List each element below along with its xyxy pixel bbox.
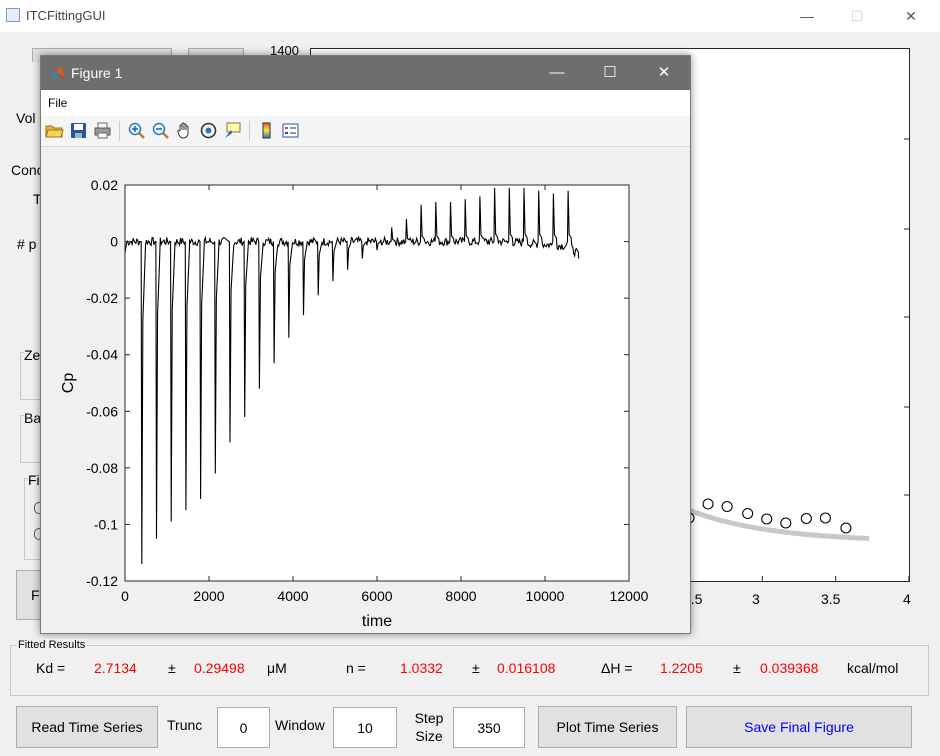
y-tick-label: 0.02 xyxy=(91,177,118,193)
zoom-in-icon[interactable] xyxy=(127,121,146,140)
open-icon[interactable] xyxy=(45,121,64,140)
bg-x-tick-4: 4 xyxy=(903,591,911,607)
zoom-out-icon[interactable] xyxy=(151,121,170,140)
y-tick-label: -0.06 xyxy=(86,403,118,419)
x-axis-label: time xyxy=(362,613,392,630)
x-tick-label: 6000 xyxy=(361,588,392,604)
kd-plus-minus: ± xyxy=(168,660,176,676)
trunc-label: Trunc xyxy=(167,717,203,733)
window-label: Window xyxy=(275,717,325,733)
figure-menubar: File xyxy=(41,90,690,116)
figure-window: Figure 1 — ☐ ✕ File 0 2000 4000 6000 8000 100… xyxy=(40,55,691,634)
zero-group-label-partial: Ze xyxy=(24,347,41,363)
fit-button-label: F xyxy=(31,587,40,603)
toolbar-separator xyxy=(249,121,250,141)
time-series-plot: 0 2000 4000 6000 8000 10000 12000 0.02 0 -0.02 -0.… xyxy=(60,177,649,630)
step-size-input[interactable]: 350 xyxy=(453,707,525,748)
bg-data-point xyxy=(780,517,792,529)
x-tick-label: 12000 xyxy=(610,588,649,604)
dh-label: ΔH = xyxy=(601,660,633,676)
legend-icon[interactable] xyxy=(281,121,300,140)
bg-x-tick-3: 3 xyxy=(752,591,760,607)
bg-data-point xyxy=(742,507,754,520)
dh-error: 0.039368 xyxy=(760,660,819,676)
y-tick-label: -0.04 xyxy=(86,347,118,363)
window-input[interactable]: 10 xyxy=(333,707,397,748)
bg-data-point xyxy=(800,512,812,525)
figure-titlebar: Figure 1 — ☐ ✕ xyxy=(41,56,690,90)
figure-maximize-button[interactable]: ☐ xyxy=(598,63,622,83)
y-tick-label: -0.02 xyxy=(86,290,118,306)
kd-unit: μM xyxy=(267,660,287,676)
bg-data-point xyxy=(840,522,852,534)
bg-data-point xyxy=(721,500,733,513)
bg-data-point xyxy=(761,513,773,525)
kd-label: Kd = xyxy=(36,660,66,676)
fit-button-partial[interactable]: F xyxy=(16,570,42,620)
rotate-icon[interactable] xyxy=(199,121,218,140)
bg-fit-curve xyxy=(680,504,870,541)
step-size-label-line1: Step xyxy=(414,710,444,726)
n-label: n = xyxy=(346,660,366,676)
pan-icon[interactable] xyxy=(175,121,194,140)
main-close-button[interactable]: ✕ xyxy=(900,6,922,26)
main-window-title: ITCFittingGUI xyxy=(26,8,106,23)
n-error: 0.016108 xyxy=(497,660,556,676)
n-value: 1.0332 xyxy=(400,660,443,676)
dh-unit: kcal/mol xyxy=(847,660,899,676)
colorbar-icon[interactable] xyxy=(257,121,276,140)
fitted-results-title: Fitted Results xyxy=(16,639,88,651)
bg-x-tick-3-5: 3.5 xyxy=(821,591,841,607)
figure-title: Figure 1 xyxy=(71,65,123,81)
x-tick-label: 4000 xyxy=(277,588,308,604)
x-tick-label: 8000 xyxy=(445,588,476,604)
dh-plus-minus: ± xyxy=(733,660,741,676)
concentration-label-partial: Conc xyxy=(11,162,44,178)
n-plus-minus: ± xyxy=(472,660,480,676)
fit-group-label-partial: Fi xyxy=(28,472,40,488)
step-size-label-line2: Size xyxy=(415,728,443,744)
data-cursor-icon[interactable] xyxy=(223,121,242,140)
kd-value: 2.7134 xyxy=(94,660,137,676)
y-tick-label: -0.12 xyxy=(86,573,118,589)
dh-value: 1.2205 xyxy=(660,660,703,676)
figure-toolbar xyxy=(41,116,690,147)
main-minimize-button[interactable]: — xyxy=(796,6,818,26)
save-icon[interactable] xyxy=(69,121,88,140)
read-time-series-button[interactable]: Read Time Series xyxy=(16,706,158,748)
trunc-input[interactable]: 0 xyxy=(217,707,270,748)
save-final-figure-button[interactable]: Save Final Figure xyxy=(686,706,912,748)
y-tick-label: 0 xyxy=(110,234,118,250)
y-tick-label: -0.1 xyxy=(94,516,118,532)
plot-time-series-button[interactable]: Plot Time Series xyxy=(538,706,677,748)
file-menu[interactable]: File xyxy=(48,96,67,110)
volume-label-partial: Vol xyxy=(16,110,36,126)
baseline-group-label-partial: Ba xyxy=(24,410,42,426)
app-icon xyxy=(6,8,20,22)
kd-error: 0.29498 xyxy=(194,660,245,676)
matlab-logo-icon xyxy=(51,66,65,79)
bg-data-point xyxy=(702,498,714,510)
figure-minimize-button[interactable]: — xyxy=(545,63,569,83)
bg-data-point xyxy=(819,512,831,524)
x-tick-label: 2000 xyxy=(193,588,224,604)
num-points-label-partial: # p xyxy=(17,236,37,252)
main-maximize-button[interactable]: ☐ xyxy=(846,6,868,26)
y-tick-label: -0.08 xyxy=(86,460,118,476)
toolbar-separator xyxy=(119,121,120,141)
figure-close-button[interactable]: ✕ xyxy=(652,63,676,83)
x-tick-label: 10000 xyxy=(526,588,565,604)
y-axis-label: Cp xyxy=(60,373,77,394)
x-tick-label: 0 xyxy=(121,588,129,604)
main-titlebar: ITCFittingGUI — ☐ ✕ xyxy=(0,0,940,32)
print-icon[interactable] xyxy=(93,121,112,140)
